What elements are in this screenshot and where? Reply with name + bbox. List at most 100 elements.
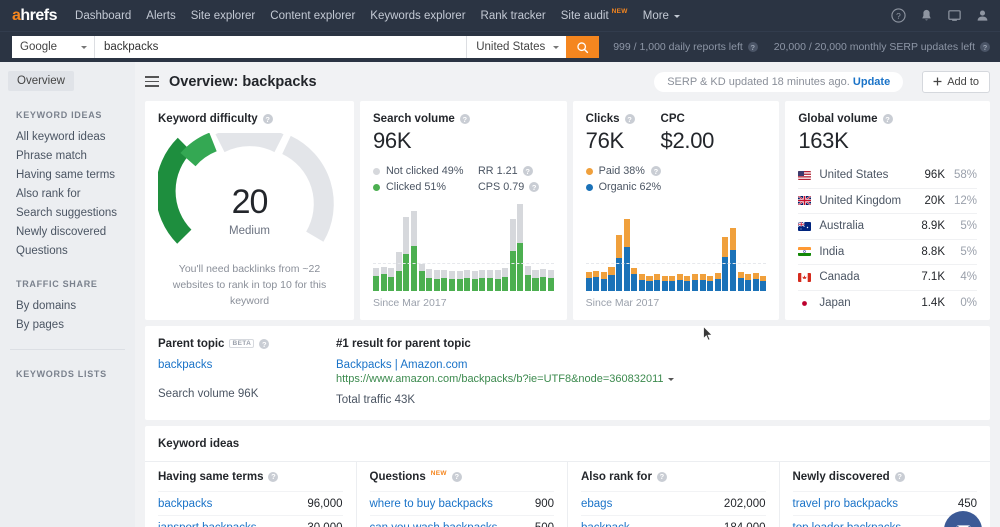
sidebar-item-phrase-match[interactable]: Phrase match — [0, 146, 135, 165]
info-icon[interactable]: ? — [529, 182, 540, 192]
bar-segment-not — [464, 270, 471, 279]
chart-bar — [714, 203, 721, 291]
bar-segment-not — [479, 270, 486, 279]
quota-group: 999 / 1,000 daily reports left ? 20,000 … — [613, 41, 990, 53]
nav-item-keywords-explorer[interactable]: Keywords explorer — [370, 10, 465, 22]
nav-item-rank-tracker[interactable]: Rank tracker — [481, 10, 546, 22]
top-result-link[interactable]: Backpacks | Amazon.com — [336, 359, 467, 371]
info-icon[interactable]: ? — [882, 114, 893, 124]
info-icon[interactable]: ? — [624, 114, 635, 124]
keyword-link[interactable]: where to buy backpacks — [370, 498, 493, 510]
keyword-link[interactable]: top loader backpacks — [793, 522, 902, 527]
info-icon[interactable]: ? — [459, 114, 470, 124]
global-volume-row[interactable]: India 8.8K 5% — [798, 240, 977, 265]
info-icon[interactable]: ? — [262, 114, 273, 124]
keyword-volume: 900 — [534, 497, 554, 510]
bar-segment-organic — [676, 280, 683, 291]
global-volume-row[interactable]: United States 96K 58% — [798, 163, 977, 189]
info-icon[interactable]: ? — [656, 471, 667, 482]
parent-topic-title: Parent topic BETA ? — [158, 338, 336, 350]
sidebar-item-by-pages[interactable]: By pages — [0, 315, 135, 334]
bar-segment-organic — [722, 256, 729, 291]
chart-bar — [737, 203, 744, 291]
nav-item-site-audit[interactable]: Site audit NEW — [561, 8, 628, 22]
keyword-link[interactable]: ebags — [581, 498, 612, 510]
chevron-down-icon — [673, 15, 680, 18]
sidebar-item-newly-discovered[interactable]: Newly discovered — [0, 222, 135, 241]
help-icon[interactable]: ? — [891, 8, 906, 23]
bar-segment-clicked — [464, 278, 471, 291]
keyword-link[interactable]: travel pro backpacks — [793, 498, 898, 510]
sidebar-item-questions[interactable]: Questions — [0, 241, 135, 260]
bar-segment-organic — [714, 279, 721, 291]
global-volume-row[interactable]: Canada 7.1K 4% — [798, 265, 977, 291]
global-volume-row[interactable]: Japan 1.4K 0% — [798, 291, 977, 317]
info-icon[interactable]: ? — [522, 166, 533, 176]
bar-segment-organic — [638, 280, 645, 291]
info-icon[interactable]: ? — [259, 339, 270, 349]
chart-bar — [471, 203, 478, 291]
nav-label: Site explorer — [190, 9, 256, 22]
chart-bar — [631, 203, 638, 291]
country-select[interactable]: United States — [466, 36, 567, 58]
info-icon[interactable]: ? — [268, 471, 279, 482]
bar-segment-organic — [691, 280, 699, 291]
monitor-icon[interactable] — [947, 8, 962, 23]
info-icon[interactable]: ? — [451, 471, 462, 482]
keyword-difficulty-footnote: You'll need backlinks from ~22 websites … — [172, 263, 327, 307]
chart-bar — [585, 203, 592, 291]
svg-text:?: ? — [896, 11, 901, 21]
country-volume: 1.4K — [921, 297, 945, 310]
sidebar-item-having-same-terms[interactable]: Having same terms — [0, 165, 135, 184]
info-icon[interactable]: ? — [650, 166, 661, 176]
sidebar-item-all-keyword-ideas[interactable]: All keyword ideas — [0, 127, 135, 146]
legend-swatch — [373, 183, 380, 191]
stats-column: RR 1.21 ? CPS 0.79 ? — [478, 165, 540, 193]
keyword-link[interactable]: jansport backpacks — [158, 522, 256, 527]
bar-segment-organic — [631, 274, 638, 291]
legend-not-clicked: Not clicked 49% — [373, 165, 478, 177]
info-icon[interactable]: ? — [980, 42, 990, 52]
sidebar-item-also-rank-for[interactable]: Also rank for — [0, 184, 135, 203]
ahrefs-logo[interactable]: ahrefs — [12, 7, 58, 25]
sidebar-item-by-domains[interactable]: By domains — [0, 296, 135, 315]
search-submit-button[interactable] — [566, 36, 600, 58]
chevron-down-icon[interactable] — [667, 377, 674, 381]
country-name: United Kingdom — [819, 194, 902, 207]
sidebar-heading-keywords-lists: KEYWORDS LISTS — [16, 369, 107, 379]
add-to-button[interactable]: Add to — [922, 70, 990, 93]
global-volume-list: United States 96K 58% United Kingdom 20K 12% A… — [798, 163, 977, 316]
info-icon[interactable]: ? — [894, 471, 905, 482]
new-badge: NEW — [611, 8, 628, 15]
bar-segment-clicked — [479, 278, 486, 291]
chart-bar — [654, 203, 661, 291]
keyword-link[interactable]: backpacks — [158, 498, 212, 510]
bell-icon[interactable] — [919, 8, 934, 23]
parent-topic-search-volume: Search volume 96K — [158, 388, 259, 400]
menu-toggle-icon[interactable] — [145, 76, 159, 87]
bar-segment-organic — [585, 278, 592, 291]
nav-item-alerts[interactable]: Alerts — [146, 10, 175, 22]
parent-topic-keyword-link[interactable]: backpacks — [158, 359, 212, 371]
chart-bar — [448, 203, 456, 291]
nav-item-dashboard[interactable]: Dashboard — [75, 10, 131, 22]
keyword-search-input[interactable] — [95, 36, 467, 58]
nav-item-content-explorer[interactable]: Content explorer — [270, 10, 355, 22]
nav-item-more[interactable]: More — [643, 10, 680, 22]
bar-segment-paid — [608, 266, 615, 276]
sidebar-item-overview[interactable]: Overview — [8, 71, 74, 91]
account-icon[interactable] — [975, 8, 990, 23]
top-result-url[interactable]: https://www.amazon.com/backpacks/b?ie=UT… — [336, 373, 664, 385]
global-volume-row[interactable]: United Kingdom 20K 12% — [798, 189, 977, 214]
info-icon[interactable]: ? — [747, 42, 758, 52]
keyword-difficulty-rating: Medium — [229, 225, 270, 237]
keyword-link[interactable]: backpack — [581, 522, 630, 527]
search-engine-select[interactable]: Google — [12, 36, 95, 58]
sidebar-item-search-suggestions[interactable]: Search suggestions — [0, 203, 135, 222]
global-volume-row[interactable]: Australia 8.9K 5% — [798, 214, 977, 240]
bar-segment-clicked — [418, 271, 425, 291]
bar-segment-not — [418, 263, 425, 272]
serp-update-link[interactable]: Update — [853, 76, 890, 88]
nav-item-site-explorer[interactable]: Site explorer — [191, 10, 256, 22]
keyword-link[interactable]: can you wash backpacks — [370, 522, 498, 527]
